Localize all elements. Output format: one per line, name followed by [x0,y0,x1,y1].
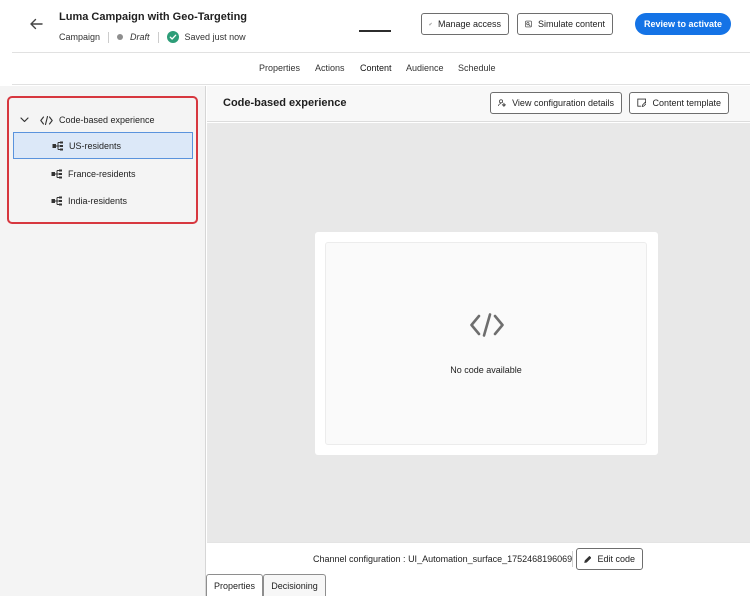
content-header: Code-based experience View configuration… [207,86,750,122]
divider [157,31,159,43]
channel-configuration-text: Channel configuration : UI_Automation_su… [313,554,573,564]
chevron-down-icon[interactable] [20,117,30,123]
pencil-icon [584,555,592,563]
edit-code-button[interactable]: Edit code [576,548,643,570]
treatment-node-icon [51,169,63,179]
tab-properties[interactable]: Properties [259,63,300,73]
content-template-label: Content template [652,98,721,108]
empty-state-message: No code available [450,365,522,375]
tree-item-label: France-residents [68,168,136,179]
preview-icon [525,20,532,28]
manage-access-label: Manage access [437,19,501,29]
treatment-node-icon [51,196,63,206]
view-configuration-label: View configuration details [512,98,614,108]
status-badge: Draft [130,32,150,42]
code-icon [40,115,53,125]
divider [572,551,573,567]
code-preview-area: No code available [325,242,647,445]
active-tab-indicator [359,30,391,32]
campaign-meta: Campaign Draft Saved just now [59,31,246,43]
bottom-tab-properties[interactable]: Properties [206,574,263,596]
content-template-button[interactable]: Content template [629,92,729,114]
save-status: Saved just now [184,32,246,42]
tab-actions[interactable]: Actions [315,63,345,73]
view-configuration-details-button[interactable]: View configuration details [490,92,622,114]
empty-state-card: No code available [315,232,658,455]
back-button[interactable] [24,12,48,36]
review-to-activate-button[interactable]: Review to activate [635,13,731,35]
channel-footer: Channel configuration : UI_Automation_su… [207,542,750,574]
divider [108,31,110,43]
tree-item-india-residents[interactable]: India-residents [13,187,193,214]
tab-audience[interactable]: Audience [406,63,444,73]
manage-access-button[interactable]: Manage access [421,13,509,35]
simulate-content-button[interactable]: Simulate content [517,13,613,35]
tree-item-label: US-residents [69,140,122,151]
page-header: Luma Campaign with Geo-Targeting Campaig… [0,0,750,52]
tree-root-code-based-experience[interactable]: Code-based experience [20,112,155,128]
tree-item-us-residents[interactable]: US-residents [13,132,193,159]
tree-item-label: India-residents [68,195,128,206]
arrow-left-icon [30,18,43,30]
tab-content[interactable]: Content [360,63,392,73]
code-icon [470,313,504,337]
tab-bar: Properties Actions Content Audience Sche… [12,52,750,85]
check-circle-icon [166,31,179,43]
tree-item-france-residents[interactable]: France-residents [13,160,193,187]
page-title: Luma Campaign with Geo-Targeting [59,11,248,23]
simulate-content-label: Simulate content [537,19,605,29]
bottom-tab-decisioning[interactable]: Decisioning [263,574,326,596]
template-edit-icon [637,98,647,107]
edit-code-label: Edit code [597,554,635,564]
treatment-node-icon [52,141,64,151]
campaign-type-label: Campaign [59,32,101,42]
user-settings-icon [498,99,507,107]
status-dot-icon [117,34,124,40]
content-canvas: No code available [207,123,750,542]
tree-root-label: Code-based experience [59,115,155,125]
content-title: Code-based experience [223,97,347,109]
key-icon [429,22,432,26]
tab-schedule[interactable]: Schedule [458,63,496,73]
